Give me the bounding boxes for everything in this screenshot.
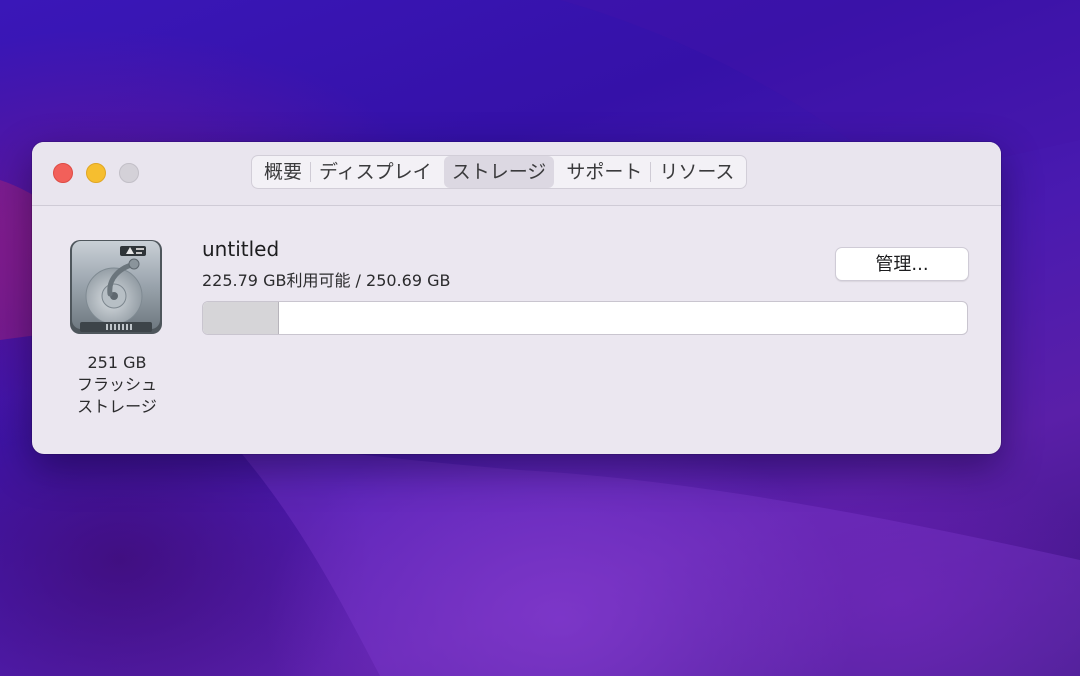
close-window-button[interactable] (53, 163, 73, 183)
drive-type-line2: ストレージ (77, 397, 157, 416)
system-info-window: 概要 ディスプレイ ストレージ サポート リソース 251 GB フラッシュ ス… (32, 142, 1001, 454)
tab-support[interactable]: サポート (558, 156, 650, 188)
minimize-window-button[interactable] (86, 163, 106, 183)
tab-bar: 概要 ディスプレイ ストレージ サポート リソース (251, 155, 748, 189)
drive-caption: 251 GB フラッシュ ストレージ (52, 352, 182, 418)
tab-storage[interactable]: ストレージ (443, 156, 555, 188)
tab-displays[interactable]: ディスプレイ (311, 156, 440, 188)
manage-storage-button[interactable]: 管理... (835, 247, 969, 281)
drive-capacity: 251 GB (87, 353, 147, 372)
storage-used-segment (203, 302, 280, 334)
storage-usage-bar (202, 301, 968, 335)
storage-panel: 251 GB フラッシュ ストレージ untitled 225.79 GB利用可… (32, 206, 1001, 454)
zoom-window-button[interactable] (119, 163, 139, 183)
volume-name: untitled (202, 237, 280, 261)
hard-drive-icon (70, 240, 162, 334)
tab-resources[interactable]: リソース (651, 156, 742, 188)
window-titlebar: 概要 ディスプレイ ストレージ サポート リソース (32, 142, 1001, 206)
volume-usage-text: 225.79 GB利用可能 / 250.69 GB (202, 271, 451, 290)
tab-overview[interactable]: 概要 (256, 156, 310, 188)
drive-type-line1: フラッシュ (76, 375, 157, 394)
